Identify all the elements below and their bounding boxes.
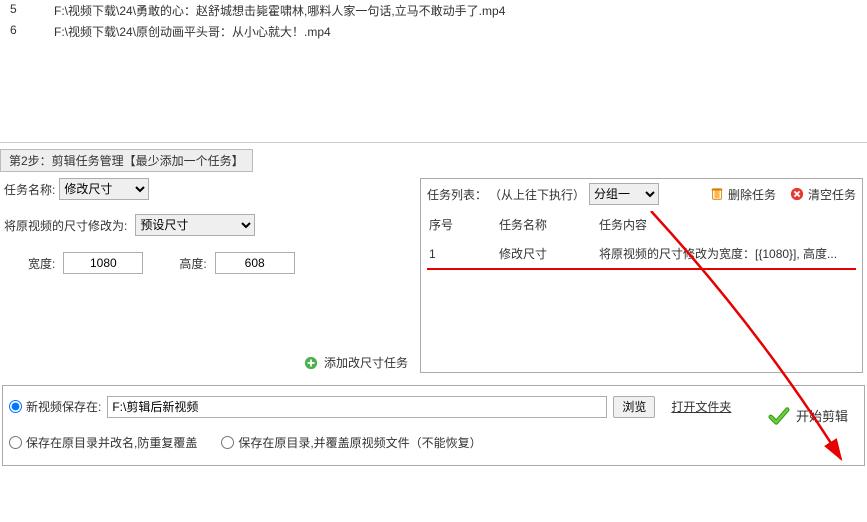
clear-tasks-label: 清空任务 [808,186,856,203]
output-settings-panel: 新视频保存在: 浏览 打开文件夹 保存在原目录并改名,防重复覆盖 保存在原目录,… [2,385,865,466]
save-rename-label: 保存在原目录并改名,防重复覆盖 [26,434,197,451]
step-2-header: 第2步：剪辑任务管理【最少添加一个任务】 [0,149,253,172]
col-no: 序号 [421,210,491,239]
check-icon [768,405,790,427]
delete-task-label: 删除任务 [728,186,776,203]
task-name-label: 任务名称: [4,181,55,198]
file-index: 6 [4,23,54,40]
task-no: 1 [421,239,491,268]
file-path: F:\视频下载\24\原创动画平头哥：从小心就大！.mp4 [54,23,863,40]
task-table: 序号 任务名称 任务内容 1 修改尺寸 将原视频的尺寸修改为宽度：[{1080}… [421,210,862,268]
clear-icon [790,187,804,201]
delete-task-button[interactable]: 删除任务 [710,186,776,203]
file-path: F:\视频下载\24\勇敢的心：赵舒城想击毙霍啸林,哪料人家一句话,立马不敢动手… [54,2,863,19]
height-label: 高度: [179,255,206,272]
plus-icon [304,356,318,370]
file-row[interactable]: 5 F:\视频下载\24\勇敢的心：赵舒城想击毙霍啸林,哪料人家一句话,立马不敢… [0,0,867,21]
save-rename-radio[interactable]: 保存在原目录并改名,防重复覆盖 [9,434,197,451]
task-list-panel: 任务列表： （从上往下执行） 分组一 删除任务 清空任务 [420,178,863,373]
file-row[interactable]: 6 F:\视频下载\24\原创动画平头哥：从小心就大！.mp4 [0,21,867,42]
add-task-label: 添加改尺寸任务 [324,354,408,371]
task-name-select[interactable]: 修改尺寸 [59,178,149,200]
add-resize-task-button[interactable]: 添加改尺寸任务 [304,354,408,371]
preset-size-select[interactable]: 预设尺寸 [135,214,255,236]
delete-icon [710,187,724,201]
task-content: 将原视频的尺寸修改为宽度：[{1080}], 高度... [591,239,862,268]
clear-tasks-button[interactable]: 清空任务 [790,186,856,203]
exec-order-label: （从上往下执行） [489,186,585,203]
file-index: 5 [4,2,54,19]
output-path-input[interactable] [107,396,607,418]
browse-button[interactable]: 浏览 [613,396,655,418]
col-content: 任务内容 [591,210,862,239]
task-list-label: 任务列表： [427,186,487,203]
group-select[interactable]: 分组一 [589,183,659,205]
height-input[interactable] [215,252,295,274]
width-label: 宽度: [28,255,55,272]
open-folder-link[interactable]: 打开文件夹 [671,398,731,415]
resize-to-label: 将原视频的尺寸修改为: [4,217,127,234]
save-overwrite-radio[interactable]: 保存在原目录,并覆盖原视频文件（不能恢复） [221,434,481,451]
save-to-radio[interactable]: 新视频保存在: [9,398,101,415]
start-clip-button[interactable]: 开始剪辑 [762,394,854,438]
task-separator-line [427,268,856,270]
start-clip-label: 开始剪辑 [796,406,848,425]
save-to-label: 新视频保存在: [26,398,101,415]
save-overwrite-label: 保存在原目录,并覆盖原视频文件（不能恢复） [238,434,481,451]
width-input[interactable] [63,252,143,274]
col-name: 任务名称 [491,210,591,239]
source-file-list: 5 F:\视频下载\24\勇敢的心：赵舒城想击毙霍啸林,哪料人家一句话,立马不敢… [0,0,867,143]
task-name: 修改尺寸 [491,239,591,268]
task-row[interactable]: 1 修改尺寸 将原视频的尺寸修改为宽度：[{1080}], 高度... [421,239,862,268]
task-config-panel: 任务名称: 修改尺寸 将原视频的尺寸修改为: 预设尺寸 宽度: 高度: 添加改尺… [4,178,414,373]
